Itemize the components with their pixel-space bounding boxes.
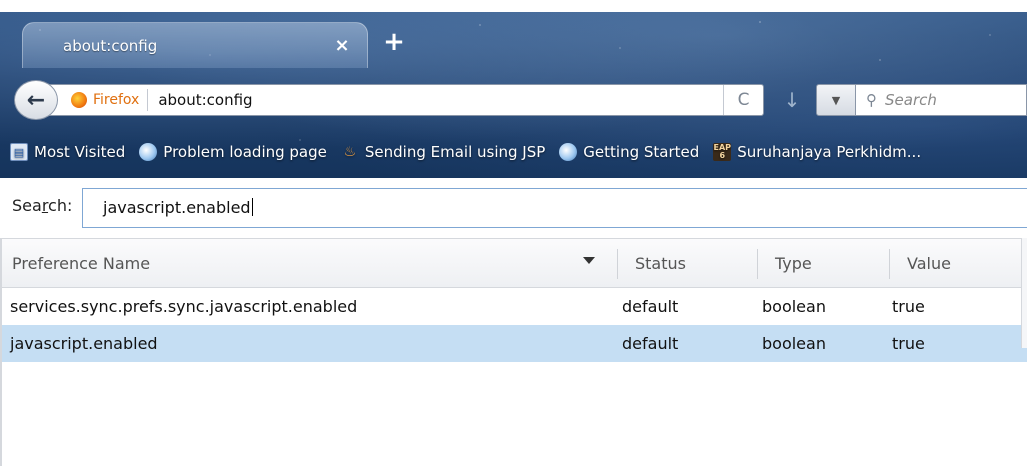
config-search-row: Search: javascript.enabled	[0, 178, 1027, 238]
bookmark-getting-started[interactable]: Getting Started	[559, 143, 699, 161]
preference-type: boolean	[762, 297, 826, 316]
config-search-input[interactable]: javascript.enabled	[82, 188, 1027, 228]
browser-chrome: about:config × + Firefox about:config C …	[0, 0, 1027, 178]
bookmark-label: Getting Started	[583, 143, 700, 161]
config-search-label: Search:	[12, 196, 73, 215]
preference-type: boolean	[762, 334, 826, 353]
about-config-page: Search: javascript.enabled Preference Na…	[0, 178, 1027, 466]
java-icon: ♨	[343, 144, 357, 160]
preference-name: javascript.enabled	[10, 334, 158, 353]
bookmark-label: Problem loading page	[163, 143, 327, 161]
reload-icon[interactable]: C	[723, 85, 763, 115]
search-placeholder: Search	[885, 91, 937, 109]
column-divider[interactable]	[889, 249, 890, 279]
vertical-scrollbar[interactable]	[1021, 238, 1027, 348]
back-button[interactable]: ←	[14, 80, 58, 120]
preferences-table: Preference Name Status Type Value servic…	[0, 238, 1027, 466]
bookmark-sending-email[interactable]: ♨ Sending Email using JSP	[341, 143, 546, 161]
url-divider	[147, 89, 149, 111]
bookmarks-toolbar: ▤ Most Visited Problem loading page ♨ Se…	[10, 134, 1027, 170]
search-icon: ⚲	[866, 91, 877, 109]
column-header-preference-name[interactable]: Preference Name	[12, 239, 612, 287]
column-divider[interactable]	[757, 249, 758, 279]
text-caret	[251, 198, 253, 216]
url-text[interactable]: about:config	[158, 91, 723, 109]
column-divider[interactable]	[617, 249, 618, 279]
bookmark-label: Sending Email using JSP	[364, 143, 546, 161]
column-header-value[interactable]: Value	[907, 239, 1017, 287]
table-header: Preference Name Status Type Value	[2, 238, 1027, 288]
bookmark-label: Most Visited	[34, 143, 126, 161]
window-top-strip	[0, 0, 1027, 12]
close-tab-icon[interactable]: ×	[331, 35, 353, 56]
new-tab-button[interactable]: +	[380, 28, 408, 56]
eap-icon: EAP 6	[713, 143, 732, 161]
column-header-status[interactable]: Status	[635, 239, 755, 287]
bookmark-suruhanjaya[interactable]: EAP 6 Suruhanjaya Perkhidm...	[713, 143, 921, 161]
table-row-selected[interactable]: javascript.enabled default boolean true	[2, 325, 1027, 362]
web-search-box[interactable]: ⚲ Search	[856, 84, 1027, 116]
search-engine-dropdown[interactable]: ▼	[816, 84, 856, 116]
most-visited-icon: ▤	[10, 143, 28, 161]
globe-icon	[559, 143, 578, 161]
bookmark-problem-loading[interactable]: Problem loading page	[139, 143, 327, 161]
preference-name: services.sync.prefs.sync.javascript.enab…	[10, 297, 358, 316]
table-row[interactable]: services.sync.prefs.sync.javascript.enab…	[2, 288, 1027, 325]
url-bar[interactable]: Firefox about:config C	[44, 84, 764, 116]
download-icon[interactable]: ↓	[772, 84, 812, 116]
column-header-type[interactable]: Type	[775, 239, 885, 287]
bookmark-most-visited[interactable]: ▤ Most Visited	[10, 143, 125, 161]
preference-status: default	[622, 334, 679, 353]
preference-value: true	[892, 334, 925, 353]
tab-title: about:config	[63, 36, 158, 55]
firefox-icon	[71, 92, 87, 108]
sort-descending-icon[interactable]	[583, 257, 595, 264]
tab-about-config[interactable]: about:config ×	[22, 22, 368, 68]
bookmark-label: Suruhanjaya Perkhidm...	[737, 143, 922, 161]
preference-status: default	[622, 297, 679, 316]
identity-label[interactable]: Firefox	[93, 92, 139, 108]
globe-icon	[139, 143, 158, 161]
preference-value: true	[892, 297, 925, 316]
